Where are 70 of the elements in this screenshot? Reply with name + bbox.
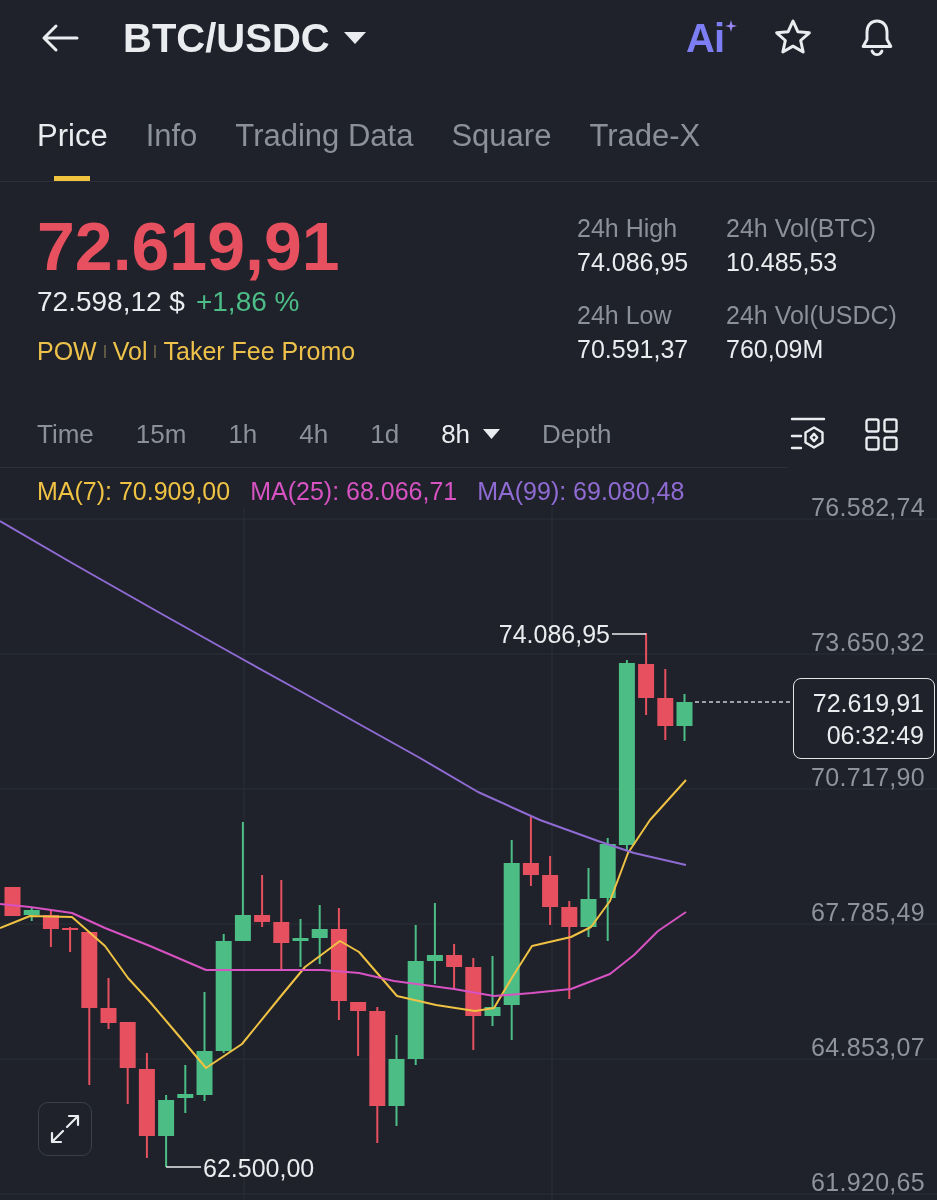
candlestick xyxy=(42,909,59,948)
expand-button[interactable] xyxy=(38,1102,92,1156)
interval-tab[interactable]: Time xyxy=(37,416,94,452)
layout-button[interactable] xyxy=(865,417,898,451)
stat-value: 70.591,37 xyxy=(577,334,689,365)
back-arrow-icon xyxy=(40,23,80,53)
countdown-timer: 06:32:49 xyxy=(826,719,924,751)
sparkle-icon xyxy=(725,20,737,32)
candlestick xyxy=(100,977,117,1030)
candlestick xyxy=(580,867,597,938)
moving-average-value: MA(99): 69.080,48 xyxy=(477,476,685,506)
chart-settings-button[interactable] xyxy=(790,416,826,452)
interval-tab[interactable]: Depth xyxy=(542,416,612,452)
stat-label: 24h Vol(USDC) xyxy=(726,300,897,331)
price-axis-label: 67.785,49 xyxy=(811,897,925,927)
interval-tab[interactable]: 8h xyxy=(441,416,501,452)
candlestick xyxy=(177,1064,194,1114)
moving-average-value: MA(7): 70.909,00 xyxy=(37,476,231,506)
interval-tab[interactable]: 1h xyxy=(228,416,258,452)
back-button[interactable] xyxy=(40,23,80,53)
stat-value: 10.485,53 xyxy=(726,247,838,278)
tag-link[interactable]: POW xyxy=(37,334,97,368)
tab[interactable]: Price xyxy=(37,118,108,181)
interval-tab[interactable]: 15m xyxy=(135,416,187,452)
grid-icon xyxy=(865,417,898,451)
candlestick xyxy=(676,693,693,742)
pair-selector[interactable]: BTC/USDC xyxy=(123,15,366,61)
tab[interactable]: Trade-X xyxy=(589,118,701,181)
price-change: +1,86 % xyxy=(195,285,300,319)
stat-label: 24h Vol(BTC) xyxy=(726,213,877,244)
interval-tab[interactable]: 1d xyxy=(370,416,400,452)
high-price-label: 74.086,95 xyxy=(498,619,610,649)
caret-icon xyxy=(483,429,501,439)
price-axis-label: 64.853,07 xyxy=(811,1032,925,1062)
candlestick xyxy=(254,874,271,928)
price-axis-label: 76.582,74 xyxy=(811,492,925,522)
list-hexagon-icon xyxy=(790,416,826,452)
fiat-price: 72.598,12 $ xyxy=(37,285,185,319)
candlestick xyxy=(522,815,539,887)
interval-tab[interactable]: 4h xyxy=(299,416,329,452)
last-price: 72.619,91 xyxy=(37,208,340,284)
price-axis-label: 70.717,90 xyxy=(811,762,925,792)
candlestick xyxy=(4,886,21,917)
price-axis-label: 73.650,32 xyxy=(811,627,925,657)
price-axis-label: 61.920,65 xyxy=(811,1167,925,1197)
tab[interactable]: Square xyxy=(451,118,552,181)
candlestick xyxy=(23,906,40,922)
low-price-label: 62.500,00 xyxy=(203,1153,315,1183)
caret-icon xyxy=(343,32,366,44)
candlestick xyxy=(311,904,328,965)
candlestick xyxy=(292,918,309,968)
tab[interactable]: Info xyxy=(145,118,198,181)
stat-label: 24h High xyxy=(577,213,678,244)
tag-link[interactable]: Vol xyxy=(112,334,148,368)
ai-button[interactable]: Ai xyxy=(686,16,737,60)
candlestick xyxy=(62,926,79,953)
candlestick xyxy=(446,943,463,990)
candlestick xyxy=(350,1001,367,1057)
stat-value: 760,09M xyxy=(726,334,824,365)
stat-label: 24h Low xyxy=(577,300,672,331)
stat-value: 74.086,95 xyxy=(577,247,689,278)
moving-average-value: MA(25): 68.066,71 xyxy=(250,476,458,506)
candlestick xyxy=(484,955,501,1027)
candlestick xyxy=(542,855,559,926)
leader-line xyxy=(611,633,647,635)
last-price-value: 72.619,91 xyxy=(812,687,924,719)
tag-link[interactable]: Taker Fee Promo xyxy=(163,334,356,368)
expand-arrows-icon xyxy=(50,1114,80,1144)
tab[interactable]: Trading Data xyxy=(235,118,414,181)
leader-line xyxy=(165,1166,202,1168)
